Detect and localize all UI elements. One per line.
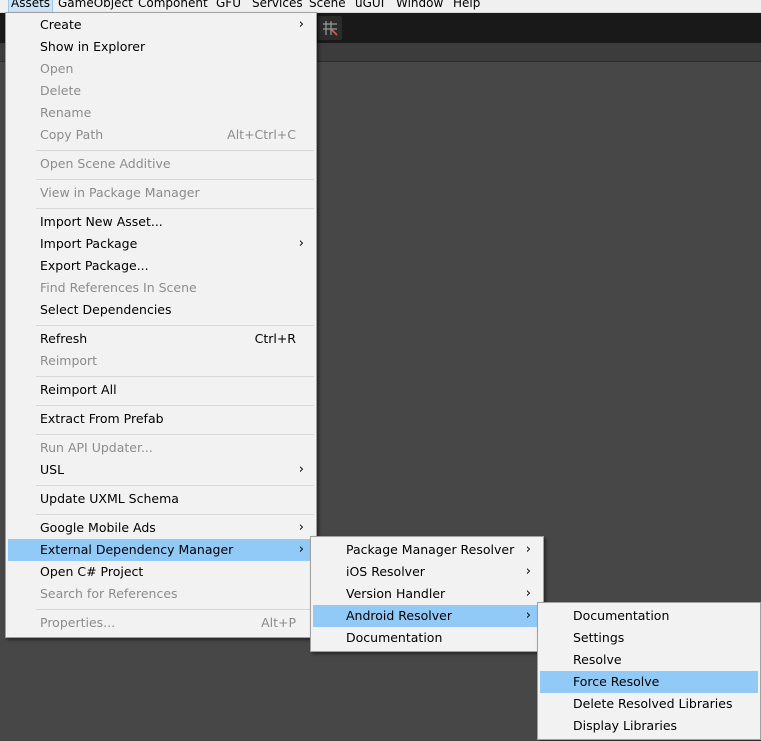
- menu-item-package-manager-resolver[interactable]: Package Manager Resolver ›: [313, 539, 541, 561]
- menu-item-open-scene-additive[interactable]: Open Scene Additive: [8, 153, 314, 175]
- menu-separator: [36, 179, 314, 180]
- menu-separator: [36, 514, 314, 515]
- menu-item-rename[interactable]: Rename: [8, 102, 314, 124]
- menu-item-search-for-references[interactable]: Search for References: [8, 583, 314, 605]
- menu-item-delete-resolved-libraries[interactable]: Delete Resolved Libraries: [540, 693, 758, 715]
- menu-item-create[interactable]: Create ›: [8, 14, 314, 36]
- menu-item-resolve[interactable]: Resolve: [540, 649, 758, 671]
- chevron-right-icon: ›: [525, 586, 531, 601]
- android-resolver-submenu: Documentation Settings Resolve Force Res…: [537, 602, 761, 740]
- menu-separator: [36, 208, 314, 209]
- chevron-right-icon: ›: [298, 462, 304, 477]
- chevron-right-icon: ›: [298, 542, 304, 557]
- menu-separator: [36, 376, 314, 377]
- menu-item-reimport[interactable]: Reimport: [8, 350, 314, 372]
- menu-separator: [36, 609, 314, 610]
- menu-item-display-libraries[interactable]: Display Libraries: [540, 715, 758, 737]
- menubar-help[interactable]: Help: [451, 0, 482, 12]
- menu-item-external-dependency-manager[interactable]: External Dependency Manager ›: [8, 539, 314, 561]
- menu-item-select-dependencies[interactable]: Select Dependencies: [8, 299, 314, 321]
- grid-snap-icon: [323, 21, 338, 36]
- menubar-component[interactable]: Component: [136, 0, 210, 12]
- menu-item-google-mobile-ads[interactable]: Google Mobile Ads ›: [8, 517, 314, 539]
- menu-item-export-package[interactable]: Export Package...: [8, 255, 314, 277]
- menu-item-usl[interactable]: USL ›: [8, 459, 314, 481]
- menu-item-reimport-all[interactable]: Reimport All: [8, 379, 314, 401]
- menubar-scene[interactable]: Scene: [307, 0, 348, 12]
- chevron-right-icon: ›: [525, 564, 531, 579]
- menu-item-find-references-in-scene[interactable]: Find References In Scene: [8, 277, 314, 299]
- menu-item-properties[interactable]: Properties... Alt+P: [8, 612, 314, 634]
- menu-item-import-new-asset[interactable]: Import New Asset...: [8, 211, 314, 233]
- menubar-ugui[interactable]: uGUI: [353, 0, 386, 12]
- menubar-gameobject[interactable]: GameObject: [56, 0, 135, 12]
- assets-menu: Create › Show in Explorer Open Delete Ren…: [5, 12, 317, 638]
- menu-separator: [36, 325, 314, 326]
- menu-item-show-in-explorer[interactable]: Show in Explorer: [8, 36, 314, 58]
- menu-separator: [36, 405, 314, 406]
- menu-separator: [36, 150, 314, 151]
- external-dependency-manager-submenu: Package Manager Resolver › iOS Resolver › …: [310, 536, 544, 652]
- menu-item-view-in-package-manager[interactable]: View in Package Manager: [8, 182, 314, 204]
- menu-item-copy-path[interactable]: Copy Path Alt+Ctrl+C: [8, 124, 314, 146]
- menu-item-refresh[interactable]: Refresh Ctrl+R: [8, 328, 314, 350]
- chevron-right-icon: ›: [525, 542, 531, 557]
- menu-item-android-resolver[interactable]: Android Resolver ›: [313, 605, 541, 627]
- menu-item-edm-documentation[interactable]: Documentation: [313, 627, 541, 649]
- chevron-right-icon: ›: [298, 236, 304, 251]
- menu-item-extract-from-prefab[interactable]: Extract From Prefab: [8, 408, 314, 430]
- menu-separator: [36, 485, 314, 486]
- chevron-right-icon: ›: [525, 608, 531, 623]
- menu-item-ios-resolver[interactable]: iOS Resolver ›: [313, 561, 541, 583]
- menu-item-delete[interactable]: Delete: [8, 80, 314, 102]
- chevron-right-icon: ›: [298, 17, 304, 32]
- menubar-gfu[interactable]: GFU: [214, 0, 243, 12]
- chevron-right-icon: ›: [298, 520, 304, 535]
- menu-item-open-csharp-project[interactable]: Open C# Project: [8, 561, 314, 583]
- menubar-services[interactable]: Services: [250, 0, 305, 12]
- menubar-window[interactable]: Window: [394, 0, 445, 12]
- menu-item-import-package[interactable]: Import Package ›: [8, 233, 314, 255]
- menu-item-run-api-updater[interactable]: Run API Updater...: [8, 437, 314, 459]
- menu-item-open[interactable]: Open: [8, 58, 314, 80]
- menu-separator: [36, 434, 314, 435]
- menu-item-version-handler[interactable]: Version Handler ›: [313, 583, 541, 605]
- menu-item-android-documentation[interactable]: Documentation: [540, 605, 758, 627]
- grid-snap-button[interactable]: [318, 16, 342, 40]
- menu-item-settings[interactable]: Settings: [540, 627, 758, 649]
- menubar-assets[interactable]: Assets: [7, 0, 54, 12]
- menu-item-force-resolve[interactable]: Force Resolve: [540, 671, 758, 693]
- menu-item-update-uxml-schema[interactable]: Update UXML Schema: [8, 488, 314, 510]
